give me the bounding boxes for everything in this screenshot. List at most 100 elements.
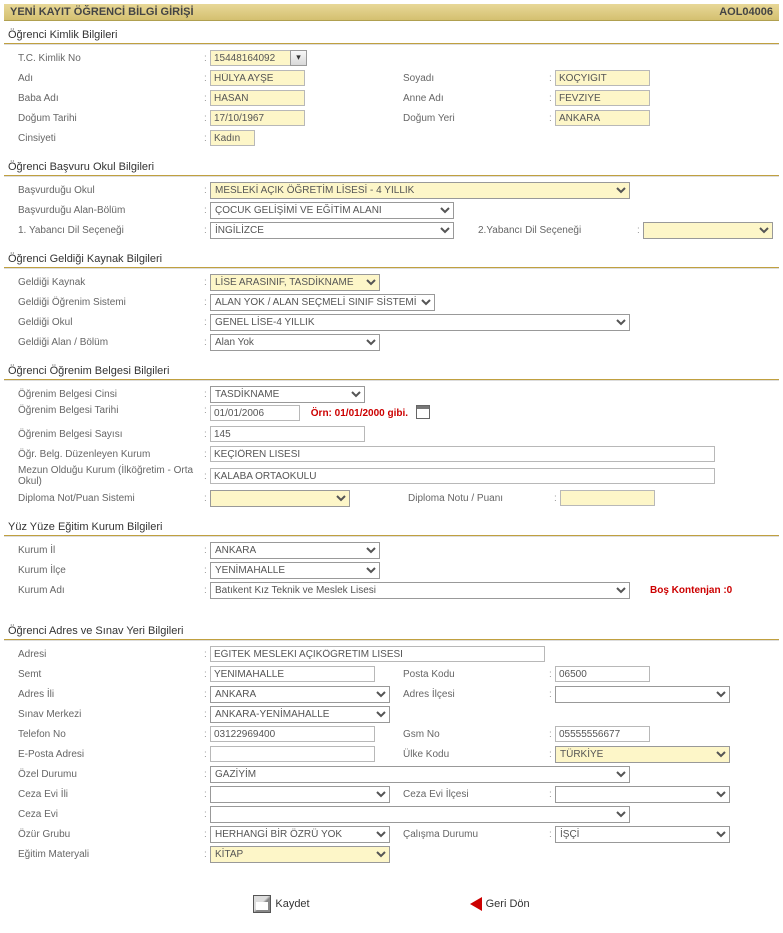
materyal-label: Eğitim Materyali xyxy=(10,849,200,860)
bsayi-label: Öğrenim Belgesi Sayısı xyxy=(10,429,200,440)
baba-label: Baba Adı xyxy=(10,93,200,104)
calisma-select[interactable]: İŞÇİ xyxy=(555,826,730,843)
tarih-hint: Örn: 01/01/2000 gibi. xyxy=(311,408,408,419)
ozur-select[interactable]: HERHANGİ BİR ÖZRÜ YOK xyxy=(210,826,390,843)
back-button[interactable]: Geri Dön xyxy=(470,895,530,913)
gsm-label: Gsm No xyxy=(395,729,545,740)
ailce-select[interactable] xyxy=(555,686,730,703)
dyer-input[interactable] xyxy=(555,110,650,126)
notsis-select[interactable] xyxy=(210,490,350,507)
gokul-label: Geldiği Okul xyxy=(10,317,200,328)
basvbolum-select[interactable]: ÇOCUK GELİŞİMİ VE EĞİTİM ALANI xyxy=(210,202,454,219)
dtarih-input[interactable] xyxy=(210,110,305,126)
tel-label: Telefon No xyxy=(10,729,200,740)
kil-select[interactable]: ANKARA xyxy=(210,542,380,559)
ail-select[interactable]: ANKARA xyxy=(210,686,390,703)
section-belge: Öğrenci Öğrenim Belgesi Bilgileri Öğreni… xyxy=(4,363,779,513)
sinav-select[interactable]: ANKARA-YENİMAHALLE xyxy=(210,706,390,723)
ozel-select[interactable]: GAZİYİM xyxy=(210,766,630,783)
page-header: YENİ KAYIT ÖĞRENCİ BİLGİ GİRİŞİ AOL04006 xyxy=(4,4,779,21)
section-yuzyuze: Yüz Yüze Eğitim Kurum Bilgileri Kurum İl… xyxy=(4,519,779,605)
dil1-label: 1. Yabancı Dil Seçeneği xyxy=(10,225,200,236)
ozur-label: Özür Grubu xyxy=(10,829,200,840)
sistem-select[interactable]: ALAN YOK / ALAN SEÇMELİ SINIF SİSTEMİ xyxy=(210,294,435,311)
section-title: Yüz Yüze Eğitim Kurum Bilgileri xyxy=(4,519,779,536)
save-button[interactable]: Kaydet xyxy=(253,895,309,913)
galan-label: Geldiği Alan / Bölüm xyxy=(10,337,200,348)
section-title: Öğrenci Kimlik Bilgileri xyxy=(4,27,779,44)
semt-label: Semt xyxy=(10,669,200,680)
section-title: Öğrenci Öğrenim Belgesi Bilgileri xyxy=(4,363,779,380)
section-kaynak: Öğrenci Geldiği Kaynak Bilgileri Geldiği… xyxy=(4,251,779,357)
basvokul-label: Başvurduğu Okul xyxy=(10,185,200,196)
tel-input[interactable] xyxy=(210,726,375,742)
page-title: YENİ KAYIT ÖĞRENCİ BİLGİ GİRİŞİ xyxy=(10,6,194,18)
gsm-input[interactable] xyxy=(555,726,650,742)
adi-input[interactable] xyxy=(210,70,305,86)
calisma-label: Çalışma Durumu xyxy=(395,829,545,840)
soyadi-input[interactable] xyxy=(555,70,650,86)
cins-input[interactable] xyxy=(210,130,255,146)
dtarih-label: Doğum Tarihi xyxy=(10,113,200,124)
bcins-label: Öğrenim Belgesi Cinsi xyxy=(10,389,200,400)
section-title: Öğrenci Başvuru Okul Bilgileri xyxy=(4,159,779,176)
section-title: Öğrenci Adres ve Sınav Yeri Bilgileri xyxy=(4,623,779,640)
section-adres: Öğrenci Adres ve Sınav Yeri Bilgileri Ad… xyxy=(4,623,779,869)
not-label: Diploma Notu / Puanı xyxy=(400,493,550,504)
soyadi-label: Soyadı xyxy=(395,73,545,84)
ulke-select[interactable]: TÜRKİYE xyxy=(555,746,730,763)
ulke-label: Ülke Kodu xyxy=(395,749,545,760)
eposta-input[interactable] xyxy=(210,746,375,762)
mezun-input[interactable] xyxy=(210,468,715,484)
basvokul-select[interactable]: MESLEKİ AÇIK ÖĞRETİM LİSESİ - 4 YILLIK xyxy=(210,182,630,199)
anne-label: Anne Adı xyxy=(395,93,545,104)
tc-input[interactable] xyxy=(210,50,290,66)
kilce-label: Kurum İlçe xyxy=(10,565,200,576)
adi-label: Adı xyxy=(10,73,200,84)
sistem-label: Geldiği Öğrenim Sistemi xyxy=(10,297,200,308)
tc-dropdown-icon[interactable]: ▾ xyxy=(290,50,307,66)
calendar-icon[interactable] xyxy=(416,405,430,419)
cezail-label: Ceza Evi İli xyxy=(10,789,200,800)
bcins-select[interactable]: TASDİKNAME xyxy=(210,386,365,403)
anne-input[interactable] xyxy=(555,90,650,106)
dil2-label: 2.Yabancı Dil Seçeneği xyxy=(470,225,600,236)
posta-input[interactable] xyxy=(555,666,650,682)
kil-label: Kurum İl xyxy=(10,545,200,556)
materyal-select[interactable]: KİTAP xyxy=(210,846,390,863)
dil1-select[interactable]: İNGİLİZCE xyxy=(210,222,454,239)
bkurum-input[interactable] xyxy=(210,446,715,462)
semt-input[interactable] xyxy=(210,666,375,682)
cezailce-label: Ceza Evi İlçesi xyxy=(395,789,545,800)
kaynak-select[interactable]: LİSE ARASINIF, TASDİKNAME xyxy=(210,274,380,291)
mezun-label: Mezun Olduğu Kurum (İlköğretim - Orta Ok… xyxy=(10,465,200,487)
cins-label: Cinsiyeti xyxy=(10,133,200,144)
baba-input[interactable] xyxy=(210,90,305,106)
ail-label: Adres İli xyxy=(10,689,200,700)
cezaevi-label: Ceza Evi xyxy=(10,809,200,820)
save-icon xyxy=(253,895,271,913)
btarih-input[interactable] xyxy=(210,405,300,421)
cezailce-select[interactable] xyxy=(555,786,730,803)
gokul-select[interactable]: GENEL LİSE-4 YILLIK xyxy=(210,314,630,331)
kadi-label: Kurum Adı xyxy=(10,585,200,596)
back-label: Geri Dön xyxy=(486,898,530,910)
section-basvuru: Öğrenci Başvuru Okul Bilgileri Başvurduğ… xyxy=(4,159,779,245)
sinav-label: Sınav Merkezi xyxy=(10,709,200,720)
kadi-select[interactable]: Batıkent Kız Teknik ve Meslek Lisesi xyxy=(210,582,630,599)
cezaevi-select[interactable] xyxy=(210,806,630,823)
galan-select[interactable]: Alan Yok xyxy=(210,334,380,351)
kilce-select[interactable]: YENİMAHALLE xyxy=(210,562,380,579)
cezail-select[interactable] xyxy=(210,786,390,803)
section-title: Öğrenci Geldiği Kaynak Bilgileri xyxy=(4,251,779,268)
adres-input[interactable] xyxy=(210,646,545,662)
save-label: Kaydet xyxy=(275,898,309,910)
ailce-label: Adres İlçesi xyxy=(395,689,545,700)
bsayi-input[interactable] xyxy=(210,426,365,442)
not-input[interactable] xyxy=(560,490,655,506)
kaynak-label: Geldiği Kaynak xyxy=(10,277,200,288)
dyer-label: Doğum Yeri xyxy=(395,113,545,124)
basvbolum-label: Başvurduğu Alan-Bölüm xyxy=(10,205,200,216)
posta-label: Posta Kodu xyxy=(395,669,545,680)
dil2-select[interactable] xyxy=(643,222,773,239)
